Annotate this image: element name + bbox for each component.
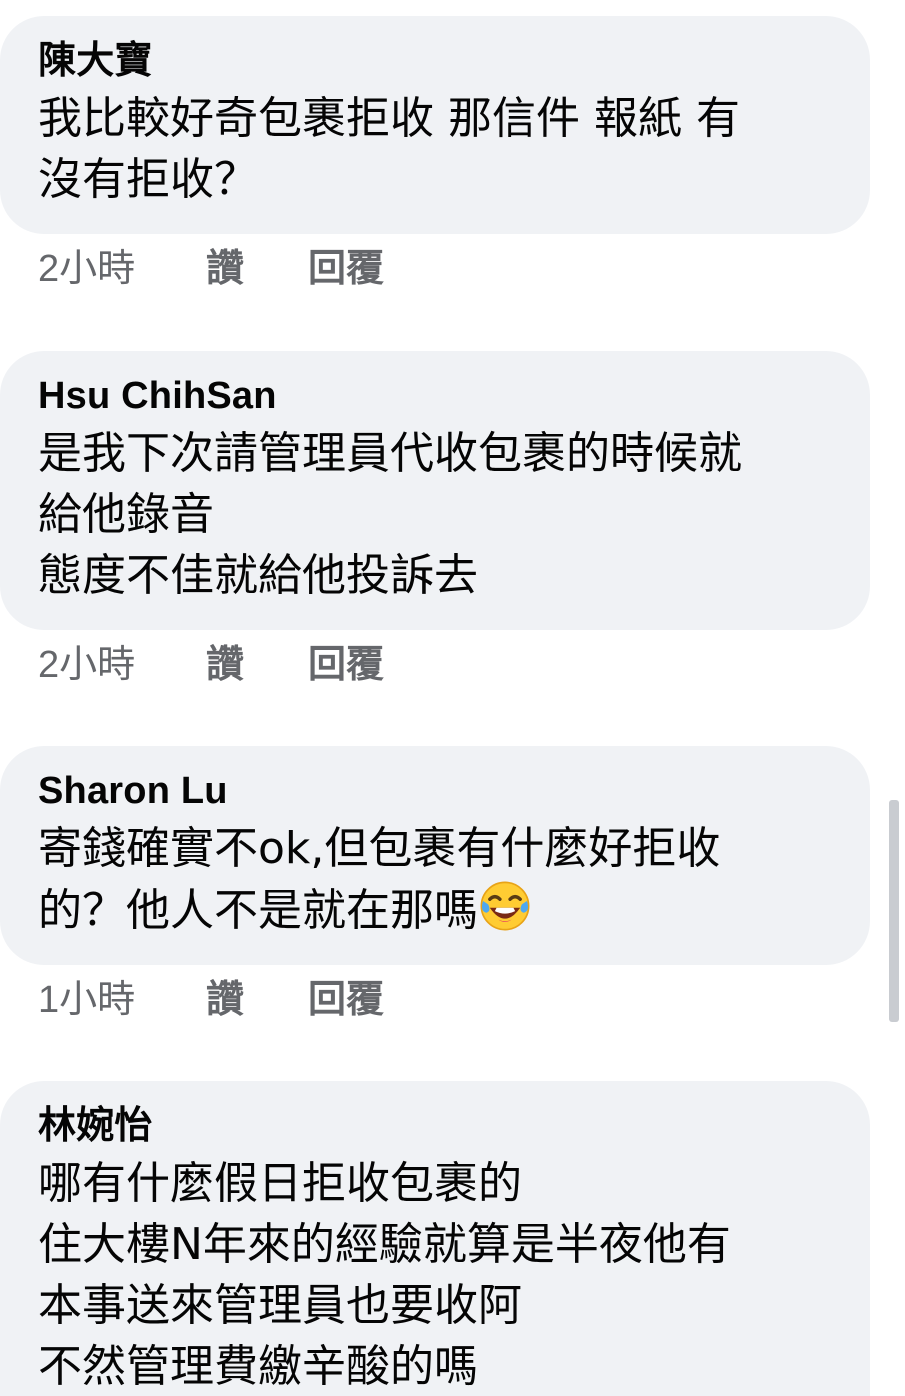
comment-actions: 2小時 讚 回覆 bbox=[0, 630, 870, 690]
comment-actions: 1小時 讚 回覆 bbox=[0, 965, 870, 1025]
comment-author[interactable]: Hsu ChihSan bbox=[38, 373, 834, 419]
comment: 林婉怡 哪有什麼假日拒收包裹的 住大樓N年來的經驗就算是半夜他有 本事送來管理員… bbox=[0, 1081, 870, 1396]
comment-author[interactable]: Sharon Lu bbox=[38, 768, 834, 814]
comment-text-content: 寄錢確實不ok,但包裹有什麼好拒收 的？他人不是就在那嗎 bbox=[38, 823, 721, 936]
comment-text: 寄錢確實不ok,但包裹有什麼好拒收 的？他人不是就在那嗎 bbox=[38, 818, 834, 941]
reply-button[interactable]: 回覆 bbox=[308, 633, 384, 688]
comment-text: 哪有什麼假日拒收包裹的 住大樓N年來的經驗就算是半夜他有 本事送來管理員也要收阿… bbox=[38, 1158, 731, 1392]
comment-bubble: Sharon Lu 寄錢確實不ok,但包裹有什麼好拒收 的？他人不是就在那嗎 bbox=[0, 746, 870, 965]
comment-timestamp[interactable]: 2小時 bbox=[38, 633, 206, 688]
reply-button[interactable]: 回覆 bbox=[308, 237, 384, 292]
comment-author[interactable]: 陳大寶 bbox=[38, 38, 834, 84]
comment-actions: 2小時 讚 回覆 bbox=[0, 234, 870, 294]
comment-bubble: Hsu ChihSan 是我下次請管理員代收包裹的時候就 給他錄音 態度不佳就給… bbox=[0, 351, 870, 630]
comment-text: 我比較好奇包裹拒收 那信件 報紙 有 沒有拒收？ bbox=[38, 93, 740, 205]
comment: Sharon Lu 寄錢確實不ok,但包裹有什麼好拒收 的？他人不是就在那嗎 1… bbox=[0, 746, 870, 1025]
reply-button[interactable]: 回覆 bbox=[308, 968, 384, 1023]
comment-timestamp[interactable]: 1小時 bbox=[38, 968, 206, 1023]
comment-timestamp[interactable]: 2小時 bbox=[38, 237, 206, 292]
comment: 陳大寶 我比較好奇包裹拒收 那信件 報紙 有 沒有拒收？ 2小時 讚 回覆 bbox=[0, 16, 870, 294]
comment: Hsu ChihSan 是我下次請管理員代收包裹的時候就 給他錄音 態度不佳就給… bbox=[0, 351, 870, 690]
like-button[interactable]: 讚 bbox=[206, 237, 308, 292]
like-button[interactable]: 讚 bbox=[206, 633, 308, 688]
comment-bubble: 林婉怡 哪有什麼假日拒收包裹的 住大樓N年來的經驗就算是半夜他有 本事送來管理員… bbox=[0, 1081, 870, 1396]
comment-feed: 陳大寶 我比較好奇包裹拒收 那信件 報紙 有 沒有拒收？ 2小時 讚 回覆 Hs… bbox=[0, 0, 905, 1396]
comment-bubble: 陳大寶 我比較好奇包裹拒收 那信件 報紙 有 沒有拒收？ bbox=[0, 16, 870, 234]
comment-text: 是我下次請管理員代收包裹的時候就 給他錄音 態度不佳就給他投訴去 bbox=[38, 428, 742, 601]
comment-author[interactable]: 林婉怡 bbox=[38, 1103, 834, 1149]
scrollbar-thumb[interactable] bbox=[889, 800, 899, 1022]
like-button[interactable]: 讚 bbox=[206, 968, 308, 1023]
face-with-tears-of-joy-icon bbox=[480, 881, 530, 931]
